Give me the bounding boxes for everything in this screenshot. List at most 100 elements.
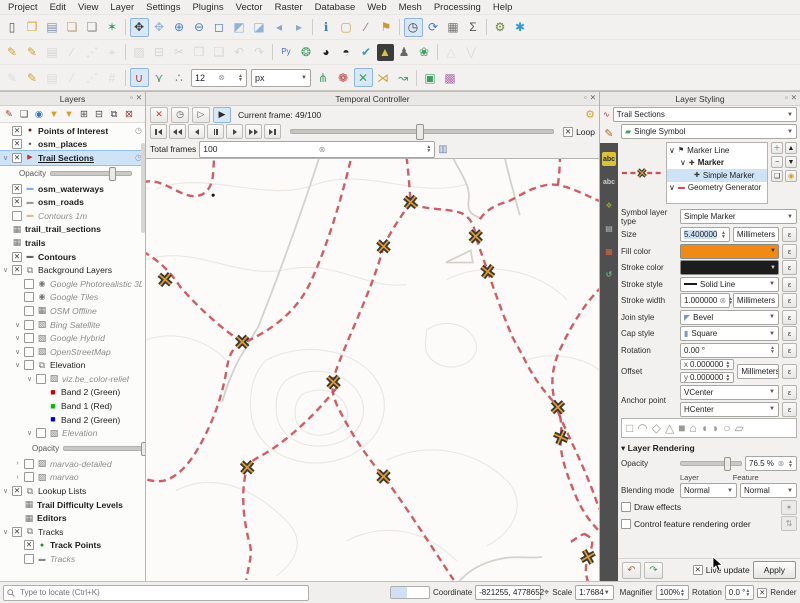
tab-labels[interactable]: abc (602, 152, 616, 166)
add-symbol-layer-button[interactable]: ＋ (771, 142, 783, 154)
shape-option-9[interactable]: ▱ (734, 421, 743, 435)
close-panel-icon[interactable]: ✕ (791, 93, 797, 102)
layer-item-marvao-detailed[interactable]: ›▨marvao-detailed (0, 457, 145, 471)
size-spinbox[interactable]: 5.400000▲▼ (680, 227, 730, 242)
layer-visibility-checkbox[interactable] (36, 374, 46, 384)
layer-visibility-checkbox[interactable]: ✕ (12, 486, 22, 496)
plugin-hatch-button[interactable]: ▩ (441, 68, 460, 87)
expander-icon[interactable]: ∨ (26, 429, 33, 437)
snap-dots-button[interactable]: ∴ (170, 68, 189, 87)
current-edits-button[interactable]: ✎ (3, 43, 22, 62)
data-defined-icon[interactable]: ε (782, 343, 797, 358)
identify-features-button[interactable]: ℹ (317, 18, 336, 37)
zoom-full-button[interactable]: ◻ (210, 18, 229, 37)
offset-unit-combo[interactable]: Millimeters▼ (737, 364, 779, 379)
zoom-to-selection-button[interactable]: ◩ (230, 18, 249, 37)
adv-pencil-button[interactable]: ✎ (23, 68, 42, 87)
layer-blend-combo[interactable]: Normal▼ (680, 483, 737, 498)
adv-grid-button[interactable]: # (103, 68, 122, 87)
toggle-editing-button[interactable]: ✎ (23, 43, 42, 62)
zoom-to-layer-button[interactable]: ◪ (250, 18, 269, 37)
data-defined-icon[interactable]: ε (782, 402, 797, 417)
symbol-node-marker[interactable]: ∨✚Marker (667, 157, 767, 170)
draw-effects-checkbox[interactable] (621, 502, 631, 512)
expander-icon[interactable]: ∨ (2, 528, 9, 536)
layer-item-viz-be-color-relief[interactable]: ∨▧viz.be_color-relief (0, 372, 145, 386)
layer-visibility-checkbox[interactable]: ✕ (12, 197, 22, 207)
style-manager-button[interactable]: ✶ (103, 18, 122, 37)
locator-search[interactable] (3, 585, 309, 601)
styling-layer-combo[interactable]: Trail Sections ▼ (613, 107, 797, 122)
layer-item-trails[interactable]: ▦trails (0, 236, 145, 250)
extents-icon[interactable]: ⌖ (544, 588, 549, 597)
layer-rendering-header[interactable]: ▾ Layer Rendering (621, 440, 797, 455)
layer-item-google-hybrid[interactable]: ∨▧Google Hybrid (0, 331, 145, 345)
layer-visibility-checkbox[interactable] (24, 459, 34, 469)
offset-x-spinbox[interactable]: x0.000000▲▼ (680, 359, 734, 370)
stroke-width-spinbox[interactable]: 1.000000⊗▲▼ (680, 293, 730, 308)
layer-item-openstreetmap[interactable]: ∨▧OpenStreetMap (0, 345, 145, 359)
temporal-controller-button[interactable]: ◷ (404, 18, 423, 37)
layer-item-tracks[interactable]: ▬Tracks (0, 552, 145, 566)
help-contents-button[interactable]: ✱ (511, 18, 530, 37)
expander-icon[interactable]: ∨ (26, 375, 33, 383)
pan-map-button[interactable]: ✥ (130, 18, 149, 37)
topological-editing-button[interactable]: ⋔ (314, 68, 333, 87)
measure-button[interactable]: ∕ (357, 18, 376, 37)
cap-style-combo[interactable]: ▮Square▼ (680, 326, 779, 341)
tab-masks[interactable]: abc (602, 175, 616, 189)
expander-icon[interactable]: ∨ (14, 334, 21, 342)
expander-icon[interactable]: ∨ (14, 361, 21, 369)
remove-layer-button[interactable]: ⊠ (122, 107, 136, 121)
plugin-dark-zero-button[interactable]: ◓ (337, 43, 356, 62)
plugin-square-button[interactable]: ▣ (421, 68, 440, 87)
collapse-all-button[interactable]: ⊟ (92, 107, 106, 121)
stroke-style-combo[interactable]: Solid Line▼ (680, 277, 779, 292)
stroke-color-swatch[interactable]: ▼ (680, 260, 779, 275)
data-defined-icon[interactable]: ε (782, 364, 797, 379)
menu-item-settings[interactable]: Settings (140, 2, 186, 13)
layer-opacity-slider[interactable] (50, 171, 132, 176)
shape-option-6[interactable]: ◖ (701, 421, 708, 435)
layer-visibility-checkbox[interactable]: ✕ (12, 139, 22, 149)
shape-option-3[interactable]: △ (665, 421, 674, 435)
locator-input[interactable] (18, 587, 305, 598)
opacity-slider[interactable] (680, 461, 742, 466)
layer-visibility-checkbox[interactable] (24, 306, 34, 316)
offset-y-spinbox[interactable]: y0.000000▲▼ (680, 372, 734, 383)
layer-item-trail-difficulty-levels[interactable]: ▦Trail Difficulty Levels (0, 498, 145, 512)
layer-item-elevation[interactable]: ∨⧉Elevation (0, 359, 145, 373)
zoom-out-button[interactable]: ⊖ (190, 18, 209, 37)
symbol-node-marker-line[interactable]: ∨⚑Marker Line (667, 144, 767, 157)
tab-diagrams[interactable]: ▤ (602, 221, 616, 235)
zoom-in-button[interactable]: ⊕ (170, 18, 189, 37)
layer-visibility-checkbox[interactable] (24, 292, 34, 302)
layer-item-osm-places[interactable]: ✕•osm_places (0, 138, 145, 152)
expander-icon[interactable]: ∨ (2, 487, 9, 495)
shape-option-4[interactable]: ■ (678, 421, 685, 435)
layer-item-contours[interactable]: ✕▬Contours (0, 250, 145, 264)
expander-icon[interactable]: ∨ (2, 266, 9, 274)
cut-features-button[interactable]: ✂ (170, 43, 189, 62)
menu-item-plugins[interactable]: Plugins (186, 2, 229, 13)
adv-line-button[interactable]: ∕ (63, 68, 82, 87)
temporal-off-button[interactable]: ✕ (150, 107, 168, 123)
menu-item-view[interactable]: View (72, 2, 104, 13)
layer-item-trail-trail-sections[interactable]: ▦trail_trail_sections (0, 223, 145, 237)
move-down-button[interactable]: ▼ (785, 156, 797, 168)
snap-intersection-button[interactable]: ❁ (334, 68, 353, 87)
layer-visibility-checkbox[interactable] (36, 428, 46, 438)
layer-visibility-checkbox[interactable]: ✕ (12, 252, 22, 262)
processing-toolbox-button[interactable]: ⚙ (491, 18, 510, 37)
user-profile-button[interactable]: ♟ (395, 43, 414, 62)
ordering-options-icon[interactable]: ⇅ (781, 516, 797, 531)
redo-button[interactable]: ↷ (250, 43, 269, 62)
layer-visibility-checkbox[interactable] (24, 333, 34, 343)
filter-legend-button[interactable]: ▼ (47, 107, 61, 121)
data-defined-icon[interactable]: ε (782, 326, 797, 341)
vertex-tool-all-button[interactable]: ⋰ (83, 43, 102, 62)
copy-features-button[interactable]: ❐ (190, 43, 209, 62)
project-open-button[interactable]: ❐ (23, 18, 42, 37)
expander-icon[interactable]: › (14, 460, 21, 467)
project-save-button[interactable]: ▤ (43, 18, 62, 37)
